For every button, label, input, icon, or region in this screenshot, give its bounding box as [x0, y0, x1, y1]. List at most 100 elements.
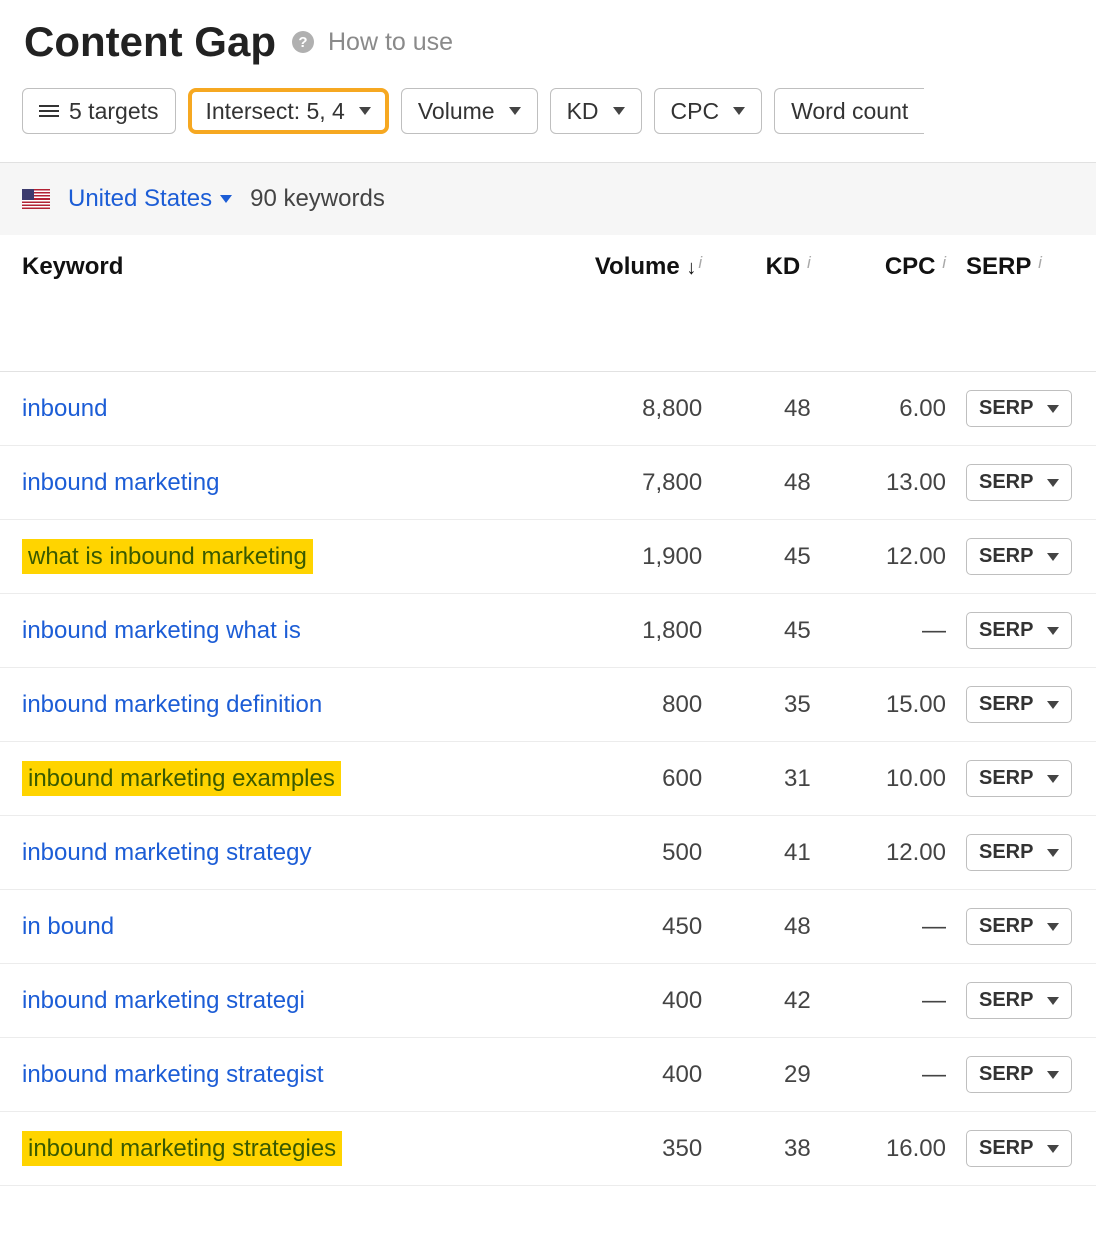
- cell-kd: 45: [712, 520, 821, 594]
- chevron-down-icon: [1047, 1145, 1059, 1153]
- filter-targets-label: 5 targets: [69, 98, 159, 125]
- serp-button[interactable]: SERP: [966, 390, 1072, 427]
- keyword-link[interactable]: inbound marketing strategi: [22, 987, 305, 1014]
- table-row: inbound marketing definition8003515.00SE…: [0, 668, 1096, 742]
- col-serp[interactable]: SERP i: [956, 235, 1096, 372]
- filter-kd[interactable]: KD: [550, 88, 642, 134]
- serp-button[interactable]: SERP: [966, 908, 1072, 945]
- serp-button[interactable]: SERP: [966, 982, 1072, 1019]
- chevron-down-icon: [733, 107, 745, 115]
- table-row: inbound marketing7,8004813.00SERP: [0, 446, 1096, 520]
- serp-button-label: SERP: [979, 471, 1033, 494]
- table-row: inbound8,800486.00SERP: [0, 372, 1096, 446]
- info-icon[interactable]: i: [938, 253, 947, 272]
- table-row: inbound marketing strategi40042—SERP: [0, 964, 1096, 1038]
- col-cpc[interactable]: CPC i: [821, 235, 956, 372]
- serp-button-label: SERP: [979, 545, 1033, 568]
- chevron-down-icon: [1047, 553, 1059, 561]
- keyword-link[interactable]: inbound marketing definition: [22, 691, 322, 718]
- serp-button-label: SERP: [979, 841, 1033, 864]
- serp-button[interactable]: SERP: [966, 1130, 1072, 1167]
- chevron-down-icon: [1047, 923, 1059, 931]
- chevron-down-icon: [1047, 627, 1059, 635]
- col-kd-label: KD: [766, 253, 801, 280]
- serp-button[interactable]: SERP: [966, 834, 1072, 871]
- country-label: United States: [68, 185, 212, 213]
- cell-cpc: —: [821, 890, 956, 964]
- keyword-link[interactable]: inbound marketing strategies: [22, 1131, 342, 1166]
- keywords-table: Keyword Volume ↓i KD i CPC i SERP i inbo…: [0, 235, 1096, 1186]
- table-row: what is inbound marketing1,9004512.00SER…: [0, 520, 1096, 594]
- cell-kd: 48: [712, 890, 821, 964]
- filter-cpc-label: CPC: [671, 98, 720, 125]
- keyword-link[interactable]: inbound marketing examples: [22, 761, 341, 796]
- chevron-down-icon: [613, 107, 625, 115]
- serp-button-label: SERP: [979, 1063, 1033, 1086]
- serp-button-label: SERP: [979, 693, 1033, 716]
- keyword-link[interactable]: inbound marketing what is: [22, 617, 301, 644]
- flag-us-icon: [22, 189, 50, 209]
- cell-kd: 45: [712, 594, 821, 668]
- filter-intersect-label: Intersect: 5, 4: [206, 98, 345, 125]
- chevron-down-icon: [1047, 701, 1059, 709]
- keyword-link[interactable]: in bound: [22, 913, 114, 940]
- serp-button[interactable]: SERP: [966, 464, 1072, 501]
- cell-volume: 7,800: [500, 446, 712, 520]
- col-volume[interactable]: Volume ↓i: [500, 235, 712, 372]
- cell-cpc: 12.00: [821, 520, 956, 594]
- table-row: in bound 45048— SERP: [0, 890, 1096, 964]
- cell-volume: 500: [500, 816, 712, 890]
- chevron-down-icon: [1047, 1071, 1059, 1079]
- filter-volume[interactable]: Volume: [401, 88, 538, 134]
- keyword-link[interactable]: inbound marketing strategy: [22, 839, 312, 866]
- keyword-link[interactable]: inbound marketing strategist: [22, 1061, 324, 1088]
- filter-targets[interactable]: 5 targets: [22, 88, 176, 134]
- chevron-down-icon: [359, 107, 371, 115]
- country-selector[interactable]: United States: [68, 185, 232, 213]
- serp-button[interactable]: SERP: [966, 1056, 1072, 1093]
- cell-kd: 48: [712, 446, 821, 520]
- col-cpc-label: CPC: [885, 253, 936, 280]
- filter-cpc[interactable]: CPC: [654, 88, 763, 134]
- serp-button[interactable]: SERP: [966, 760, 1072, 797]
- cell-kd: 31: [712, 742, 821, 816]
- col-kd[interactable]: KD i: [712, 235, 821, 372]
- cell-cpc: 15.00: [821, 668, 956, 742]
- cell-volume: 450: [500, 890, 712, 964]
- info-icon[interactable]: i: [698, 253, 702, 272]
- cell-volume: 350: [500, 1112, 712, 1186]
- serp-button[interactable]: SERP: [966, 538, 1072, 575]
- cell-cpc: 6.00: [821, 372, 956, 446]
- chevron-down-icon: [1047, 405, 1059, 413]
- cell-volume: 400: [500, 1038, 712, 1112]
- cell-kd: 41: [712, 816, 821, 890]
- info-icon[interactable]: i: [1033, 253, 1042, 272]
- cell-cpc: —: [821, 964, 956, 1038]
- cell-volume: 1,800: [500, 594, 712, 668]
- table-row: inbound marketing examples6003110.00SERP: [0, 742, 1096, 816]
- serp-button-label: SERP: [979, 619, 1033, 642]
- chevron-down-icon: [1047, 775, 1059, 783]
- info-icon[interactable]: i: [802, 253, 811, 272]
- chevron-down-icon: [1047, 997, 1059, 1005]
- serp-button[interactable]: SERP: [966, 612, 1072, 649]
- cell-volume: 600: [500, 742, 712, 816]
- how-to-use-link[interactable]: How to use: [328, 28, 453, 57]
- serp-button[interactable]: SERP: [966, 686, 1072, 723]
- table-row: inbound marketing strategy5004112.00SERP: [0, 816, 1096, 890]
- keyword-link[interactable]: inbound marketing: [22, 469, 219, 496]
- cell-kd: 35: [712, 668, 821, 742]
- help-icon[interactable]: ?: [292, 31, 314, 53]
- filter-kd-label: KD: [567, 98, 599, 125]
- serp-button-label: SERP: [979, 915, 1033, 938]
- keyword-link[interactable]: inbound: [22, 395, 107, 422]
- col-keyword[interactable]: Keyword: [0, 235, 500, 372]
- keyword-link[interactable]: what is inbound marketing: [22, 539, 313, 574]
- cell-volume: 8,800: [500, 372, 712, 446]
- chevron-down-icon: [1047, 479, 1059, 487]
- filter-word-count[interactable]: Word count: [774, 88, 924, 134]
- cell-kd: 29: [712, 1038, 821, 1112]
- sliders-icon: [39, 103, 59, 119]
- col-keyword-label: Keyword: [22, 253, 123, 280]
- filter-intersect[interactable]: Intersect: 5, 4: [188, 88, 389, 134]
